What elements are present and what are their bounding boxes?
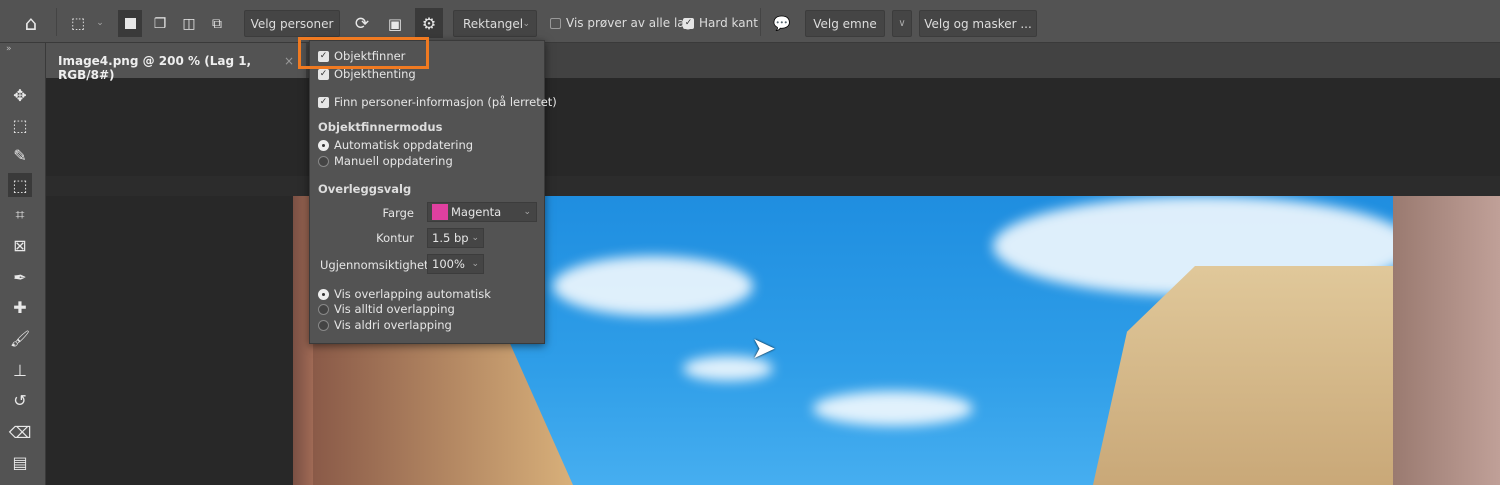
expand-panel-icon[interactable]: » — [6, 44, 12, 54]
stamp-tool-icon[interactable]: ⊥ — [8, 358, 32, 382]
outline-dropdown[interactable]: 1.5 bp ⌄ — [427, 228, 484, 248]
outline-value: 1.5 bp — [432, 231, 469, 245]
close-tab-icon[interactable]: × — [284, 54, 294, 68]
history-brush-tool-icon[interactable]: ↺ — [8, 388, 32, 412]
refresh-icon[interactable]: ⟳ — [350, 10, 374, 37]
mode-dropdown[interactable]: Rektangel ⌄ — [453, 10, 537, 37]
options-bar: ⌂ ⬚ ⌄ ❐ ◫ ⧉ Velg personer ⟳ ▣ ⚙ Rektange… — [0, 0, 1500, 43]
overlap-never-label: Vis aldri overlapping — [334, 318, 452, 332]
overlap-auto-label: Vis overlapping automatisk — [334, 287, 491, 301]
manual-update-radio[interactable]: Manuell oppdatering — [318, 154, 453, 168]
auto-update-label: Automatisk oppdatering — [334, 138, 474, 152]
crop-tool-icon[interactable]: ⌗ — [8, 203, 32, 227]
mode-value: Rektangel — [463, 16, 524, 31]
select-subject-button[interactable]: Velg emne — [805, 10, 885, 37]
color-label: Farge — [382, 206, 414, 220]
quick-selection-tool-icon[interactable]: ✎ — [8, 143, 32, 167]
marquee-tool-icon[interactable]: ⬚ — [8, 113, 32, 137]
frame-tool-icon[interactable]: ⊠ — [8, 233, 32, 257]
healing-brush-tool-icon[interactable]: ✚ — [8, 295, 32, 319]
select-and-mask-button[interactable]: Velg og masker ... — [919, 10, 1037, 37]
manual-update-label: Manuell oppdatering — [334, 154, 453, 168]
select-subject-dropdown[interactable]: ∨ — [892, 10, 912, 37]
mode-header: Objektfinnermodus — [318, 120, 443, 134]
sample-all-layers-label: Vis prøver av alle lag — [566, 16, 693, 30]
overlap-never-radio[interactable]: Vis aldri overlapping — [318, 318, 452, 332]
finn-personer-label: Finn personer-informasjon (på lerretet) — [334, 95, 557, 109]
cursor-arrow-icon: ➤ — [751, 331, 777, 366]
opacity-value: 100% — [432, 257, 465, 271]
object-finder-settings-menu: ✓ Objektfinner ✓ Objekthenting ✓ Finn perso… — [309, 40, 557, 344]
color-swatch — [432, 204, 448, 220]
outline-label: Kontur — [376, 231, 414, 245]
finn-personer-checkbox[interactable]: ✓ Finn personer-informasjon (på lerretet) — [318, 95, 557, 109]
gradient-tool-icon[interactable]: ▤ — [8, 450, 32, 474]
hard-edge-checkbox[interactable]: ✓ Hard kant — [683, 16, 758, 30]
gear-icon[interactable]: ⚙ — [415, 8, 443, 38]
subtract-from-selection-icon[interactable]: ◫ — [177, 10, 201, 37]
new-selection-icon[interactable] — [118, 10, 142, 37]
objektfinner-checkbox[interactable]: ✓ Objektfinner — [318, 49, 405, 63]
hard-edge-label: Hard kant — [699, 16, 758, 30]
chevron-down-icon: ⌄ — [471, 259, 479, 269]
document-title: Image4.png @ 200 % (Lag 1, RGB/8#) — [58, 54, 252, 82]
objekthenting-checkbox[interactable]: ✓ Objekthenting — [318, 67, 416, 81]
opacity-label: Ugjennomsiktighet — [320, 258, 429, 272]
brush-tool-icon[interactable]: 🖌 — [8, 326, 32, 350]
sample-all-layers-checkbox[interactable]: Vis prøver av alle lag — [550, 16, 692, 30]
move-tool-icon[interactable]: ✥ — [8, 83, 32, 107]
auto-update-radio[interactable]: Automatisk oppdatering — [318, 138, 473, 152]
eyedropper-tool-icon[interactable]: ✒ — [8, 265, 32, 289]
overlay-header: Overleggsvalg — [318, 182, 412, 196]
objektfinner-label: Objektfinner — [334, 49, 406, 63]
show-all-objects-icon[interactable]: ▣ — [383, 10, 407, 37]
overlap-always-label: Vis alltid overlapping — [334, 302, 455, 316]
color-value: Magenta — [451, 205, 502, 219]
add-to-selection-icon[interactable]: ❐ — [148, 10, 172, 37]
objekthenting-label: Objekthenting — [334, 67, 416, 81]
refine-hair-icon[interactable]: 💬 — [770, 10, 794, 37]
object-selection-tool-icon[interactable]: ⬚ — [66, 11, 90, 35]
eraser-tool-icon[interactable]: ⌫ — [8, 420, 32, 444]
overlap-auto-radio[interactable]: Vis overlapping automatisk — [318, 287, 491, 301]
chevron-down-icon: ⌄ — [522, 18, 530, 29]
tools-panel: » ✥ ⬚ ✎ ⬚ ⌗ ⊠ ✒ ✚ 🖌 ⊥ ↺ ⌫ ▤ — [0, 43, 46, 485]
velg-personer-button[interactable]: Velg personer — [244, 10, 340, 37]
document-tab[interactable]: Image4.png @ 200 % (Lag 1, RGB/8#) × — [46, 43, 306, 82]
overlap-always-radio[interactable]: Vis alltid overlapping — [318, 302, 455, 316]
color-dropdown[interactable]: Magenta ⌄ — [427, 202, 537, 222]
canvas-pasteboard — [46, 176, 1500, 196]
home-icon[interactable]: ⌂ — [18, 10, 44, 36]
chevron-down-icon: ⌄ — [471, 233, 479, 243]
object-selection-tool-icon[interactable]: ⬚ — [8, 173, 32, 197]
chevron-down-icon: ⌄ — [523, 207, 531, 217]
intersect-selection-icon[interactable]: ⧉ — [205, 10, 229, 37]
chevron-down-icon[interactable]: ⌄ — [94, 13, 106, 33]
opacity-dropdown[interactable]: 100% ⌄ — [427, 254, 484, 274]
